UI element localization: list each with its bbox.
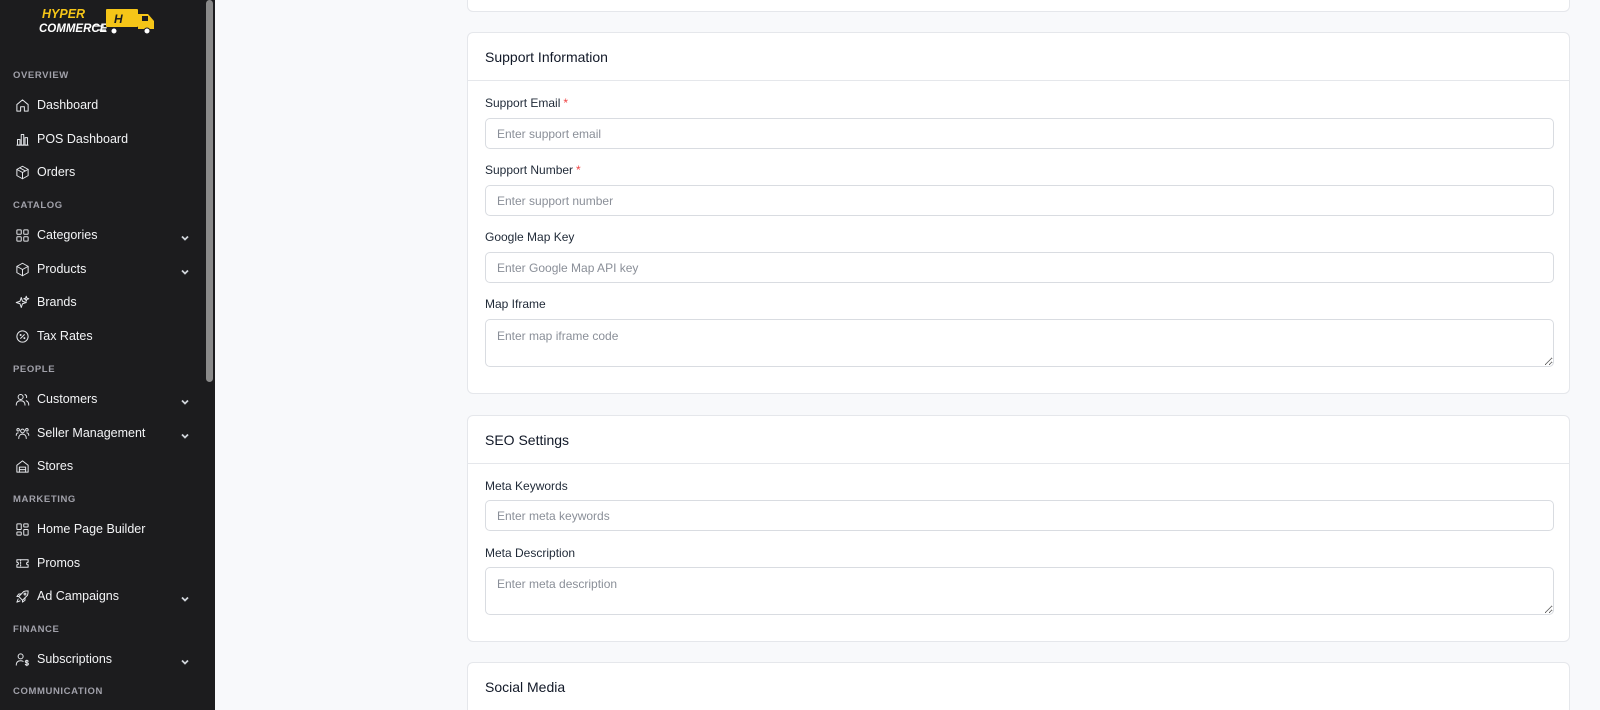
sidebar-item-promos[interactable]: Promos <box>0 548 200 578</box>
support-information-card: Support Information Support Email* Suppo… <box>467 32 1570 394</box>
map-iframe-textarea[interactable] <box>485 319 1554 367</box>
percent-badge-icon <box>14 328 30 344</box>
rocket-icon <box>14 588 30 604</box>
sidebar-item-subscriptions[interactable]: Subscriptions <box>0 644 200 674</box>
section-overview: OVERVIEW <box>13 70 69 81</box>
sidebar-scrollbar[interactable] <box>206 0 213 382</box>
required-asterisk: * <box>576 163 581 177</box>
support-information-title: Support Information <box>468 33 1569 81</box>
chevron-down-icon <box>180 394 190 405</box>
sidebar-item-label: Customers <box>37 392 98 406</box>
meta-description-textarea[interactable] <box>485 567 1554 615</box>
sidebar-item-label: POS Dashboard <box>37 132 129 146</box>
social-media-card: Social Media <box>467 662 1570 710</box>
chevron-down-icon <box>180 264 190 275</box>
sidebar-item-customers[interactable]: Customers <box>0 384 200 414</box>
layout-grid-icon <box>14 521 30 537</box>
sidebar-item-label: Categories <box>37 228 98 242</box>
sidebar-item-dashboard[interactable]: Dashboard <box>0 90 200 120</box>
sidebar-item-label: Promos <box>37 556 81 570</box>
sidebar-item-seller-management[interactable]: Seller Management <box>0 418 200 448</box>
sidebar-item-label: Orders <box>37 165 76 179</box>
chevron-down-icon <box>180 428 190 439</box>
sidebar-item-orders[interactable]: Orders <box>0 157 200 187</box>
previous-section-card <box>467 0 1570 12</box>
required-asterisk: * <box>563 96 569 110</box>
user-group-icon <box>14 425 30 441</box>
sidebar-item-label: Seller Management <box>37 426 146 440</box>
chevron-down-icon <box>180 654 190 665</box>
support-number-label-text: Support Number <box>485 163 574 177</box>
sidebar-item-products[interactable]: Products <box>0 254 200 284</box>
ticket-icon <box>14 555 30 571</box>
bar-chart-icon <box>14 131 30 147</box>
support-number-input[interactable] <box>485 185 1554 216</box>
user-dollar-icon <box>14 651 30 667</box>
section-communication: COMMUNICATION <box>13 686 103 697</box>
support-email-input[interactable] <box>485 118 1554 149</box>
social-media-title: Social Media <box>468 663 1569 710</box>
sidebar-item-pos-dashboard[interactable]: POS Dashboard <box>0 124 200 154</box>
meta-keywords-label: Meta Keywords <box>485 479 568 493</box>
seo-settings-card: SEO Settings Meta Keywords Meta Descript… <box>467 415 1570 642</box>
sidebar-item-label: Subscriptions <box>37 652 113 666</box>
sidebar-item-stores[interactable]: Stores <box>0 451 200 481</box>
section-finance: FINANCE <box>13 624 60 635</box>
seo-settings-title: SEO Settings <box>468 416 1569 464</box>
box-icon <box>14 261 30 277</box>
support-email-label: Support Email * <box>485 96 568 110</box>
svg-text:H: H <box>114 12 123 26</box>
sidebar-item-ad-campaigns[interactable]: Ad Campaigns <box>0 581 200 611</box>
sparkles-icon <box>14 294 30 310</box>
sidebar-item-label: Brands <box>37 295 77 309</box>
chevron-down-icon <box>180 230 190 241</box>
sidebar-item-tax-rates[interactable]: Tax Rates <box>0 321 200 351</box>
section-people: PEOPLE <box>13 364 56 375</box>
sidebar-item-label: Home Page Builder <box>37 522 146 536</box>
meta-keywords-input[interactable] <box>485 500 1554 531</box>
section-marketing: MARKETING <box>13 494 76 505</box>
google-map-key-label: Google Map Key <box>485 230 575 244</box>
sidebar-item-label: Tax Rates <box>37 329 93 343</box>
sidebar-item-label: Ad Campaigns <box>37 589 119 603</box>
sidebar-item-categories[interactable]: Categories <box>0 220 200 250</box>
store-icon <box>14 458 30 474</box>
users-icon <box>14 391 30 407</box>
sidebar-item-brands[interactable]: Brands <box>0 287 200 317</box>
chevron-down-icon <box>180 591 190 602</box>
sidebar: HYPER COMMERCE H OVERVIEW Dashboard POS … <box>0 0 215 710</box>
home-icon <box>14 97 30 113</box>
svg-text:COMMERCE: COMMERCE <box>39 23 108 35</box>
sidebar-item-home-page-builder[interactable]: Home Page Builder <box>0 514 200 544</box>
meta-description-label: Meta Description <box>485 546 576 560</box>
support-email-label-text: Support Email <box>485 96 561 110</box>
section-catalog: CATALOG <box>13 200 63 211</box>
sidebar-item-label: Products <box>37 262 87 276</box>
google-map-key-input[interactable] <box>485 252 1554 283</box>
map-iframe-label: Map Iframe <box>485 297 546 311</box>
sidebar-item-label: Stores <box>37 459 74 473</box>
svg-text:HYPER: HYPER <box>42 7 85 21</box>
package-icon <box>14 164 30 180</box>
hyper-commerce-logo[interactable]: HYPER COMMERCE H <box>38 4 164 36</box>
support-number-label: Support Number * <box>485 163 581 177</box>
grid-icon <box>14 227 30 243</box>
sidebar-item-label: Dashboard <box>37 98 99 112</box>
